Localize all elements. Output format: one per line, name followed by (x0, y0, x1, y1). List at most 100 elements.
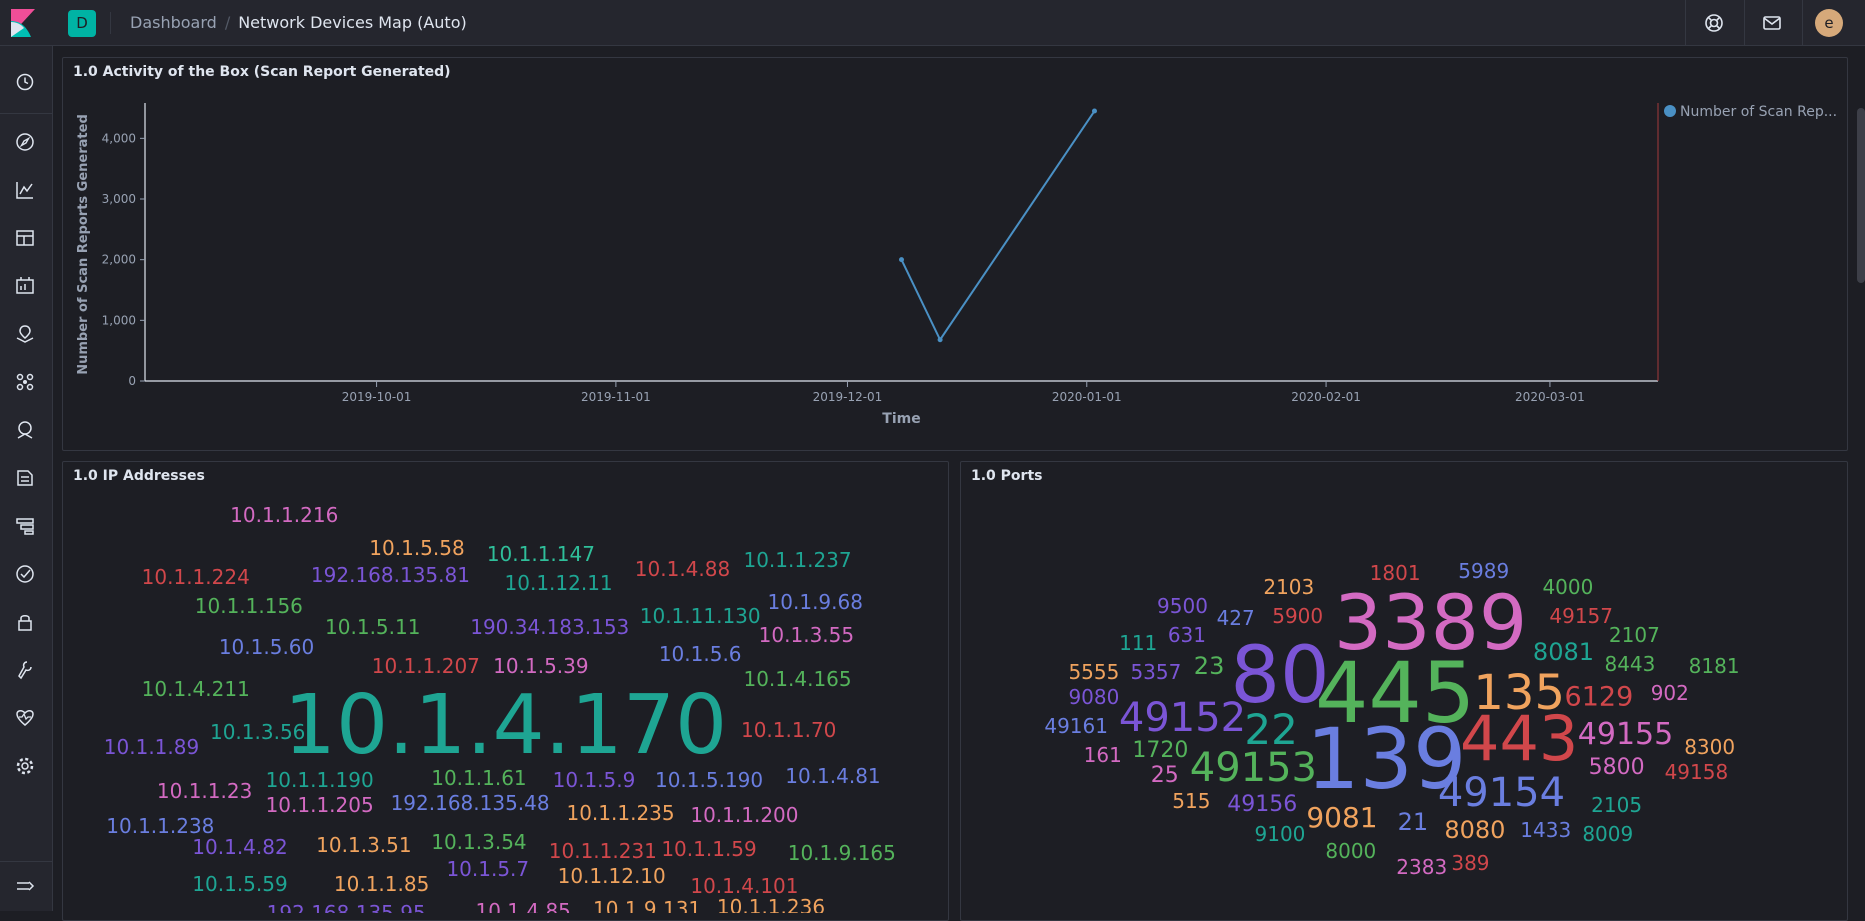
metrics-icon[interactable] (13, 418, 37, 442)
management-gear-icon[interactable] (13, 754, 37, 778)
cloud-word[interactable]: 10.1.1.200 (690, 805, 798, 825)
cloud-word[interactable]: 1433 (1520, 820, 1571, 840)
cloud-word[interactable]: 8080 (1444, 818, 1505, 842)
cloud-word[interactable]: 902 (1651, 683, 1689, 703)
cloud-word[interactable]: 111 (1119, 633, 1157, 653)
cloud-word[interactable]: 10.1.3.55 (759, 625, 854, 645)
cloud-word[interactable]: 10.1.4.170 (284, 685, 727, 767)
cloud-word[interactable]: 10.1.5.11 (325, 617, 420, 637)
cloud-word[interactable]: 192.168.135.48 (391, 793, 550, 813)
cloud-word[interactable]: 427 (1217, 608, 1255, 628)
cloud-word[interactable]: 10.1.9.165 (788, 843, 896, 863)
cloud-word[interactable]: 10.1.4.81 (785, 766, 880, 786)
cloud-word[interactable]: 8009 (1582, 824, 1633, 844)
cloud-word[interactable]: 10.1.1.216 (230, 505, 338, 525)
cloud-word[interactable]: 5900 (1272, 606, 1323, 626)
cloud-word[interactable]: 192.168.135.81 (311, 565, 470, 585)
cloud-word[interactable]: 10.1.1.224 (142, 567, 250, 587)
user-avatar[interactable]: e (1815, 9, 1843, 37)
cloud-word[interactable]: 9081 (1306, 803, 1377, 832)
cloud-word[interactable]: 49157 (1549, 606, 1613, 626)
visualize-icon[interactable] (13, 178, 37, 202)
cloud-word[interactable]: 190.34.183.153 (470, 617, 629, 637)
cloud-word[interactable]: 2383 (1396, 857, 1447, 877)
cloud-word[interactable]: 9080 (1068, 687, 1119, 707)
cloud-word[interactable]: 10.1.4.165 (743, 669, 851, 689)
cloud-word[interactable]: 2107 (1609, 625, 1660, 645)
cloud-word[interactable]: 10.1.1.207 (372, 656, 480, 676)
cloud-word[interactable]: 5555 (1068, 662, 1119, 682)
cloud-word[interactable]: 49153 (1190, 748, 1317, 788)
cloud-word[interactable]: 10.1.5.7 (446, 859, 529, 879)
cloud-word[interactable]: 10.1.1.89 (104, 737, 199, 757)
cloud-word[interactable]: 10.1.3.51 (316, 835, 411, 855)
cloud-word[interactable]: 8000 (1325, 841, 1376, 861)
cloud-word[interactable]: 10.1.9.68 (768, 592, 863, 612)
cloud-word[interactable]: 49152 (1119, 698, 1246, 738)
siem-lock-icon[interactable] (13, 610, 37, 634)
cloud-word[interactable]: 10.1.4.101 (690, 876, 798, 896)
space-avatar[interactable]: D (68, 10, 96, 37)
cloud-word[interactable]: 10.1.3.54 (431, 832, 526, 852)
cloud-word[interactable]: 161 (1084, 745, 1122, 765)
cloud-word[interactable]: 10.1.1.85 (334, 874, 429, 894)
cloud-word[interactable]: 5357 (1130, 662, 1181, 682)
cloud-word[interactable]: 49154 (1438, 773, 1565, 813)
cloud-word[interactable]: 10.1.1.59 (661, 839, 756, 859)
cloud-word[interactable]: 389 (1451, 853, 1489, 873)
dashboard-icon[interactable] (13, 226, 37, 250)
cloud-word[interactable]: 25 (1151, 765, 1179, 787)
cloud-word[interactable]: 10.1.5.9 (553, 770, 636, 790)
monitoring-icon[interactable] (13, 706, 37, 730)
cloud-word[interactable]: 8081 (1533, 640, 1594, 664)
cloud-word[interactable]: 10.1.11.130 (640, 606, 761, 626)
cloud-word[interactable]: 10.1.4.85 (475, 901, 570, 913)
mail-icon[interactable] (1761, 12, 1783, 34)
cloud-word[interactable]: 21 (1398, 810, 1429, 834)
clock-icon[interactable] (13, 70, 37, 94)
cloud-word[interactable]: 2103 (1263, 577, 1314, 597)
cloud-word[interactable]: 4000 (1542, 577, 1593, 597)
cloud-word[interactable]: 1720 (1132, 740, 1188, 762)
uptime-icon[interactable] (13, 562, 37, 586)
cloud-word[interactable]: 9500 (1157, 596, 1208, 616)
cloud-word[interactable]: 2105 (1591, 795, 1642, 815)
page-scrollbar[interactable] (1857, 108, 1865, 283)
cloud-word[interactable]: 10.1.12.10 (558, 866, 666, 886)
cloud-word[interactable]: 10.1.1.231 (549, 841, 657, 861)
compass-icon[interactable] (13, 130, 37, 154)
machine-learning-icon[interactable] (13, 370, 37, 394)
dev-tools-icon[interactable] (13, 658, 37, 682)
cloud-word[interactable]: 49156 (1227, 794, 1297, 816)
cloud-word[interactable]: 10.1.1.237 (743, 550, 851, 570)
cloud-word[interactable]: 9100 (1255, 824, 1306, 844)
cloud-word[interactable]: 10.1.1.238 (106, 816, 214, 836)
cloud-word[interactable]: 10.1.1.23 (157, 781, 252, 801)
cloud-word[interactable]: 10.1.4.88 (635, 559, 730, 579)
collapse-nav-icon[interactable] (13, 874, 37, 898)
cloud-word[interactable]: 10.1.12.11 (505, 573, 613, 593)
cloud-word[interactable]: 10.1.1.147 (487, 544, 595, 564)
cloud-word[interactable]: 49158 (1665, 762, 1729, 782)
cloud-word[interactable]: 10.1.1.156 (195, 596, 303, 616)
cloud-word[interactable]: 515 (1172, 791, 1210, 811)
cloud-word[interactable]: 10.1.3.56 (210, 722, 305, 742)
cloud-word[interactable]: 10.1.4.82 (192, 837, 287, 857)
cloud-word[interactable]: 192.168.135.95 (267, 903, 426, 913)
cloud-word[interactable]: 10.1.1.190 (266, 770, 374, 790)
cloud-word[interactable]: 49161 (1044, 716, 1108, 736)
cloud-word[interactable]: 49155 (1578, 719, 1673, 750)
cloud-word[interactable]: 8300 (1684, 737, 1735, 757)
cloud-word[interactable]: 8181 (1689, 656, 1740, 676)
cloud-word[interactable]: 10.1.1.235 (566, 803, 674, 823)
maps-icon[interactable] (13, 322, 37, 346)
cloud-word[interactable]: 23 (1194, 654, 1225, 678)
cloud-word[interactable]: 10.1.1.205 (266, 795, 374, 815)
cloud-word[interactable]: 10.1.5.58 (369, 538, 464, 558)
help-icon[interactable] (1703, 12, 1725, 34)
cloud-word[interactable]: 10.1.1.70 (741, 720, 836, 740)
cloud-word[interactable]: 10.1.1.61 (431, 768, 526, 788)
cloud-word[interactable]: 10.1.5.60 (219, 637, 314, 657)
cloud-word[interactable]: 631 (1168, 625, 1206, 645)
cloud-word[interactable]: 10.1.5.6 (659, 644, 742, 664)
